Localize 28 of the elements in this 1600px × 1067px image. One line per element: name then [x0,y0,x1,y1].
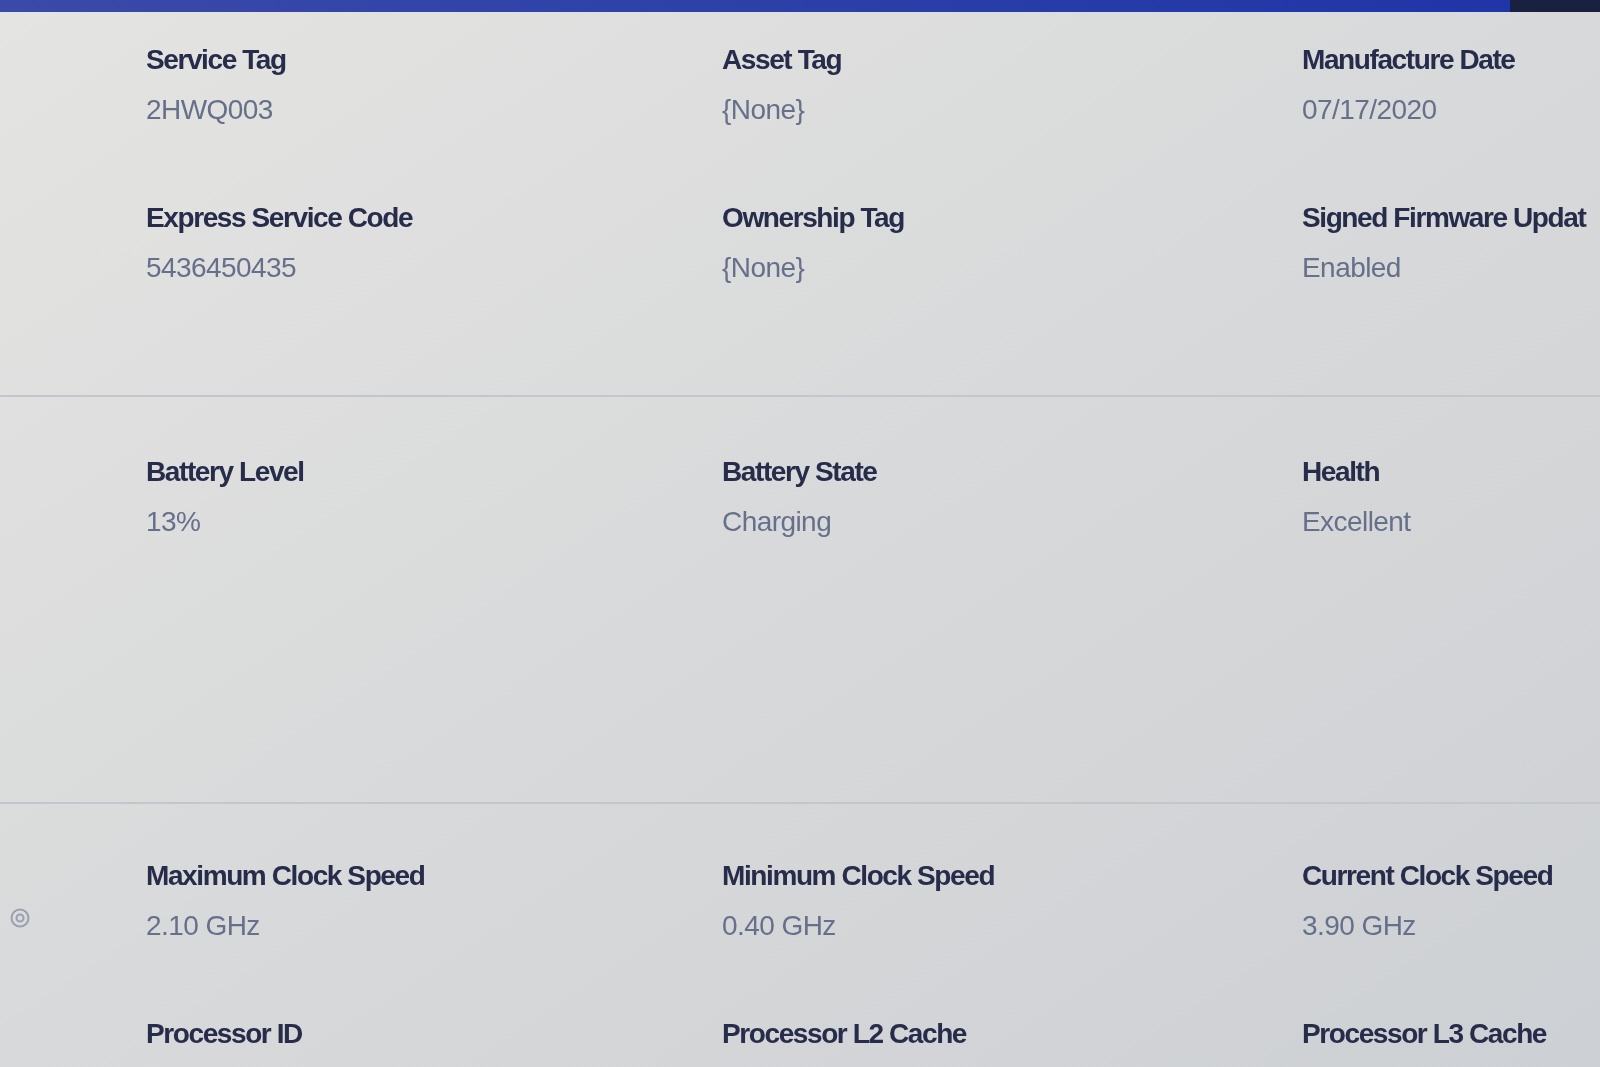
field-label: Processor L2 Cache [722,1017,967,1051]
field-value: Enabled [1302,251,1401,285]
field-label: Maximum Clock Speed [146,859,425,893]
field-label: Battery Level [146,455,304,489]
field-label: Ownership Tag [722,201,904,235]
ring-icon [10,908,30,928]
field-value: 0.40 GHz [722,909,836,943]
field-label: Service Tag [146,43,286,77]
field-value: 3.90 GHz [1302,909,1416,943]
field-value: 2.10 GHz [146,909,260,943]
field-value: {None} [722,93,805,127]
field-label: Current Clock Speed [1302,859,1553,893]
field-value: Charging [722,505,832,539]
field-label: Processor L3 Cache [1302,1017,1547,1051]
field-label: Minimum Clock Speed [722,859,995,893]
field-label: Processor ID [146,1017,302,1051]
field-value: {None} [722,251,805,285]
field-label: Express Service Code [146,201,413,235]
field-value: 07/17/2020 [1302,93,1437,127]
field-label: Manufacture Date [1302,43,1515,77]
field-label: Health [1302,455,1380,489]
field-label: Signed Firmware Updat [1302,201,1586,235]
field-value: 2HWQ003 [146,93,273,127]
field-label: Battery State [722,455,877,489]
field-value: Excellent [1302,505,1411,539]
field-value: 5436450435 [146,251,297,285]
field-label: Asset Tag [722,43,842,77]
field-value: 13% [146,505,201,539]
